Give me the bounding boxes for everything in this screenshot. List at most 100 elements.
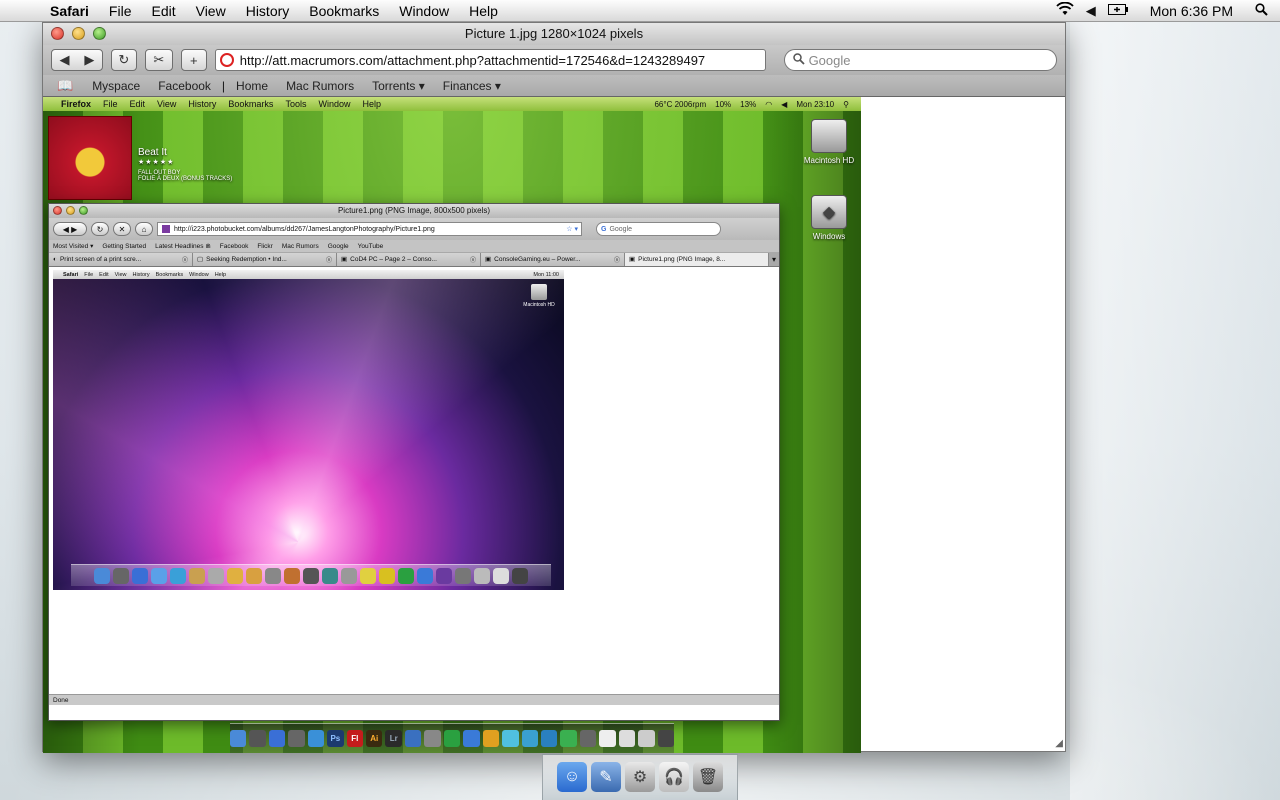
app-icon (322, 567, 338, 584)
image-menu-item: Window (318, 99, 351, 109)
dock: ☺ ✎ ⚙ 🎧 🗑 (542, 754, 738, 800)
firefox-bookmark: Flickr (257, 242, 273, 250)
macrumors-favicon-icon (219, 53, 234, 67)
resize-grip-icon[interactable]: ◢ (1055, 738, 1063, 749)
minimize-button[interactable] (72, 27, 85, 40)
firefox-stop-icon: ✕ (113, 222, 131, 236)
firefox-nav-bar: ◀ ▶ ↻ ✕ ⌂ http://i223.photobucket.com/al… (49, 218, 779, 240)
drive-label: Windows (812, 232, 846, 241)
tab-close-icon: ⓧ (181, 257, 188, 264)
radiation-icon (379, 567, 395, 584)
menu-help[interactable]: Help (459, 3, 508, 19)
headphones-icon[interactable]: 🎧 (659, 762, 689, 792)
back-button[interactable]: ◀ (52, 52, 77, 68)
scissors-icon: ✂ (153, 52, 165, 67)
spotify-icon (398, 567, 414, 584)
preferences-icon (341, 567, 357, 584)
plus-icon: + (189, 52, 198, 68)
tab-close-icon: ⓧ (325, 257, 332, 264)
leopard-drive-label: Macintosh HD (523, 302, 555, 308)
volume-icon[interactable]: ◀ (1086, 3, 1096, 19)
album-artwork (48, 116, 132, 200)
spotlight-icon[interactable] (1255, 2, 1268, 19)
menu-clock[interactable]: Mon 6:36 PM (1140, 3, 1243, 19)
app-icon (265, 567, 281, 584)
safari-toolbar: ◀ ▶ ↻ ✂ + http://att.macrumors.com/attac… (43, 45, 1065, 75)
image-menu-item: File (103, 99, 118, 109)
system-preferences-icon[interactable]: ⚙ (625, 762, 655, 792)
app-icon (284, 567, 300, 584)
leopard-clock: Mon 11:00 (533, 271, 559, 278)
firefox-page-favicon-icon (162, 225, 170, 233)
leopard-menu-item: Help (214, 271, 226, 278)
menu-view[interactable]: View (186, 3, 236, 19)
image-drive-macintosh-hd: Macintosh HD (802, 119, 856, 165)
firefox-close-icon (53, 206, 62, 215)
document-icon (599, 730, 616, 747)
menu-app-name[interactable]: Safari (40, 3, 99, 19)
firefox-bookmark: Google (327, 242, 349, 250)
firefox-bookmark: Latest Headlines ⋒ (155, 243, 211, 250)
search-field[interactable]: Google (783, 49, 1057, 71)
bookmark-torrents-folder[interactable]: Torrents ▾ (365, 79, 432, 93)
zoom-button[interactable] (93, 27, 106, 40)
search-placeholder: Google (808, 52, 851, 68)
address-bar[interactable]: http://att.macrumors.com/attachment.php?… (214, 49, 766, 71)
trash-icon[interactable]: 🗑 (693, 762, 723, 792)
tab-favicon-icon: ▣ (341, 256, 348, 263)
firefox-google-icon: G (601, 225, 607, 233)
menu-bookmarks[interactable]: Bookmarks (299, 3, 389, 19)
firefox-tab: ▢ Seeking Redemption • Ind... ⓧ (193, 252, 337, 266)
image-menu-item: Bookmarks (228, 99, 274, 109)
app-icon (521, 730, 538, 747)
tab-favicon-icon: ▢ (197, 256, 204, 263)
illustrator-icon: Ai (366, 730, 383, 747)
stickies-icon (360, 567, 376, 584)
battery-icon[interactable] (1107, 3, 1128, 18)
close-button[interactable] (51, 27, 64, 40)
firefox-star-icon: ☆ ▾ (566, 226, 578, 233)
image-wifi-icon: ◠ (765, 99, 773, 109)
menu-bar: Safari File Edit View History Bookmarks … (0, 0, 1280, 22)
firefox-tab-list-icon: ▾ (771, 254, 776, 264)
safari-icon (307, 730, 325, 747)
safari-icon (151, 567, 167, 584)
firefox-home-icon: ⌂ (135, 222, 153, 236)
trash-icon (657, 730, 675, 747)
bookmark-mac-rumors[interactable]: Mac Rumors (279, 79, 361, 93)
menu-file[interactable]: File (99, 3, 142, 19)
finder-icon[interactable]: ☺ (557, 762, 587, 792)
wifi-icon[interactable] (1056, 1, 1074, 19)
bookmark-facebook[interactable]: Facebook (151, 79, 218, 93)
safari-title-bar[interactable]: Picture 1.jpg 1280×1024 pixels (43, 23, 1065, 45)
forward-button[interactable]: ▶ (77, 52, 102, 68)
mail-icon (132, 567, 148, 584)
bookmarks-book-icon[interactable]: 📖 (57, 78, 73, 94)
app-icon (560, 730, 577, 747)
menu-window[interactable]: Window (389, 3, 459, 19)
menu-edit[interactable]: Edit (141, 3, 185, 19)
firefox-bookmark: Facebook (219, 242, 249, 250)
now-playing-widget: Beat It ★★★★★ FALL OUT BOY FOLIE À DEUX … (138, 147, 232, 182)
reload-button[interactable]: ↻ (110, 49, 137, 71)
preview-icon[interactable]: ✎ (591, 762, 621, 792)
firefox-bookmark: Mac Rumors (281, 242, 319, 250)
bookmark-myspace[interactable]: Myspace (85, 79, 147, 93)
image-menu-item: Help (362, 99, 381, 109)
leopard-menu-app: Safari (63, 271, 79, 278)
tab-favicon-icon: ◐ (53, 255, 57, 263)
app-icon (288, 730, 305, 747)
finder-icon (229, 730, 247, 747)
app-icon (502, 730, 519, 747)
tab-close-icon: ⓧ (469, 257, 476, 264)
bookmark-finances-folder[interactable]: Finances ▾ (436, 79, 508, 93)
document-icon (618, 730, 636, 747)
snippet-button[interactable]: ✂ (144, 49, 173, 71)
window-controls (51, 27, 106, 40)
leopard-hard-drive-icon (531, 284, 547, 300)
bookmark-home[interactable]: Home (229, 79, 275, 93)
trash-icon (512, 567, 528, 584)
finder-icon (94, 567, 110, 584)
add-bookmark-button[interactable]: + (180, 49, 207, 71)
menu-history[interactable]: History (236, 3, 300, 19)
